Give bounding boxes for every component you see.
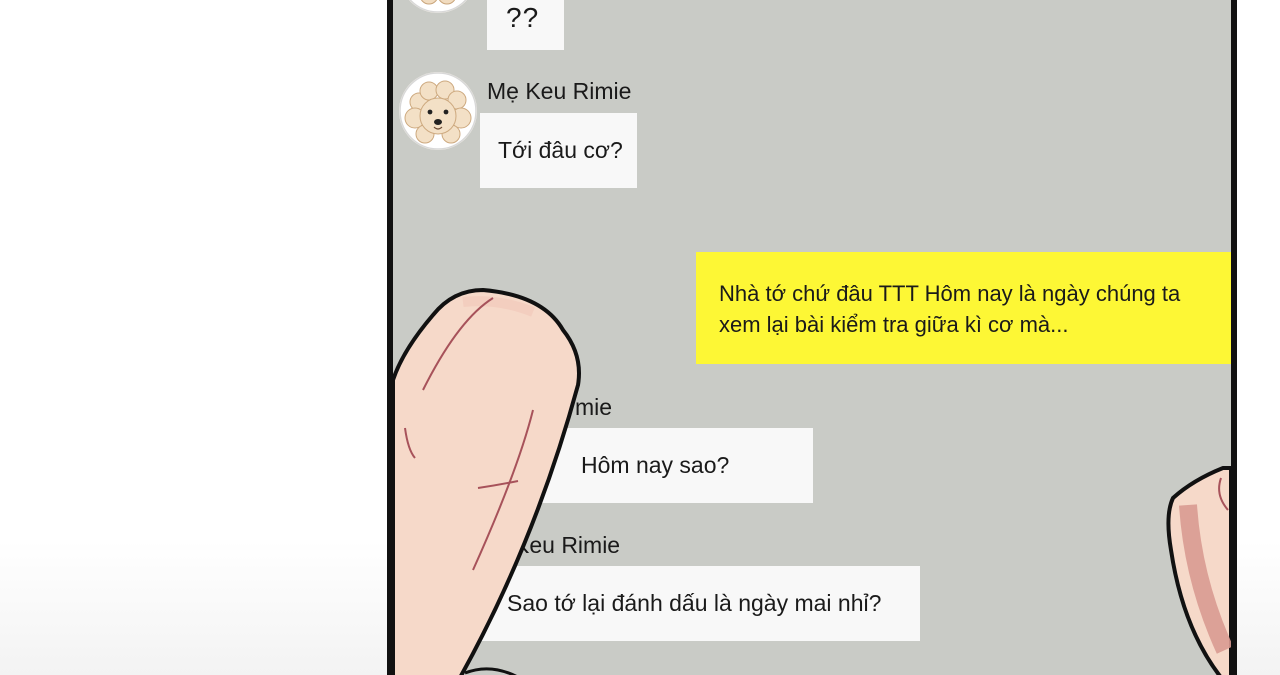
poodle-avatar-icon[interactable] (399, 72, 477, 150)
message-bubble[interactable]: Sao tớ lại đánh dấu là ngày mai nhỉ? (480, 566, 920, 641)
outgoing-message-bubble[interactable]: Nhà tớ chứ đâu TTT Hôm nay là ngày chúng… (696, 252, 1231, 364)
sender-name: mie (575, 394, 613, 420)
message-text: Tới đâu cơ? (498, 137, 623, 163)
message-bubble[interactable]: Hôm nay sao? (527, 428, 813, 503)
sender-name: Mẹ Keu Rimie (487, 78, 632, 104)
page: ?? Mẹ Keu Rimie Tới đâu cơ? Nhà tớ chứ đ… (0, 0, 1280, 675)
frame-edge-mark (1232, 223, 1236, 237)
message-text: Nhà tớ chứ đâu TTT Hôm nay là ngày chúng… (719, 281, 1181, 337)
message-text: Sao tớ lại đánh dấu là ngày mai nhỉ? (507, 590, 882, 616)
poodle-avatar-icon[interactable] (399, 0, 477, 13)
message-bubble[interactable]: ?? (487, 0, 564, 50)
chat-screen[interactable]: ?? Mẹ Keu Rimie Tới đâu cơ? Nhà tớ chứ đ… (393, 0, 1231, 675)
message-bubble[interactable]: Tới đâu cơ? (480, 113, 637, 188)
sender-name: Keu Rimie (514, 532, 621, 558)
message-text: ?? (506, 2, 540, 33)
phone-frame: ?? Mẹ Keu Rimie Tới đâu cơ? Nhà tớ chứ đ… (387, 0, 1237, 675)
message-text: Hôm nay sao? (581, 452, 730, 478)
